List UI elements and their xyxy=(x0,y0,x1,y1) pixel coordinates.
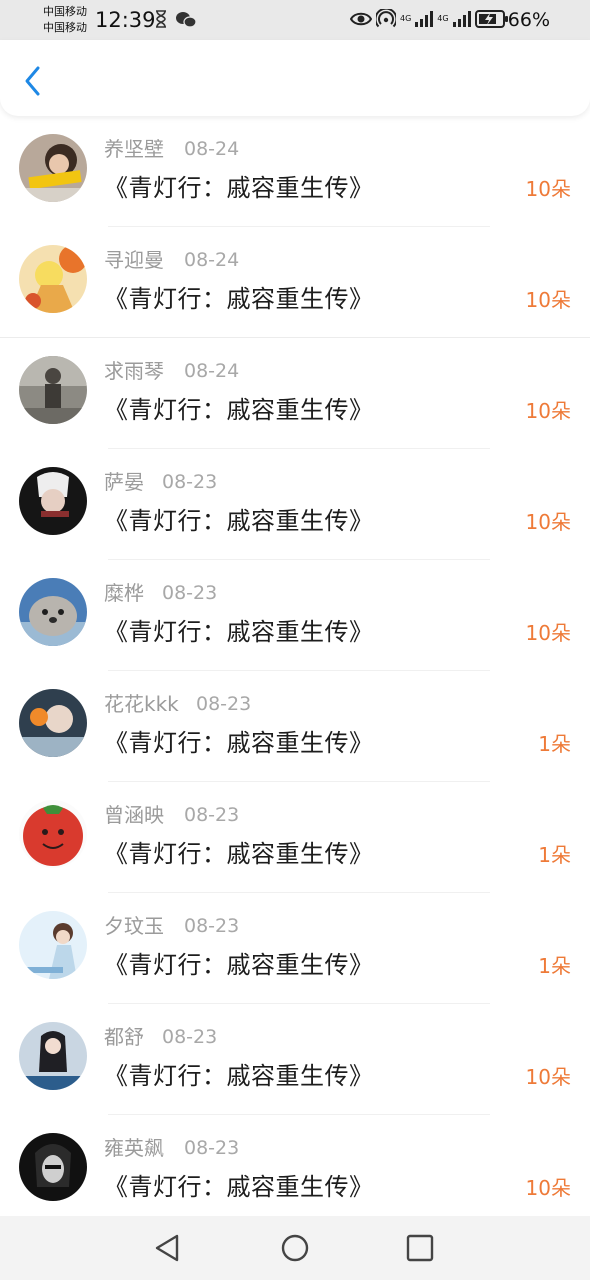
list-item[interactable]: 养坚壁 08-24 《青灯行：戚容重生传》 10朵 xyxy=(0,116,590,227)
back-chevron-icon[interactable] xyxy=(16,60,50,100)
network-1-label: 4G xyxy=(400,14,412,23)
avatar[interactable] xyxy=(19,467,87,535)
list-item[interactable]: 夕玟玉 08-23 《青灯行：戚容重生传》 1朵 xyxy=(0,893,590,1004)
avatar[interactable] xyxy=(19,1022,87,1090)
sender-name: 花花kkk xyxy=(104,692,179,716)
book-title: 《青灯行：戚容重生传》 xyxy=(104,951,374,979)
status-time: 12:39 xyxy=(95,8,156,32)
gift-date: 08-24 xyxy=(184,360,240,382)
list-item[interactable]: 萨晏 08-23 《青灯行：戚容重生传》 10朵 xyxy=(0,449,590,560)
list-item[interactable]: 花花kkk 08-23 《青灯行：戚容重生传》 1朵 xyxy=(0,671,590,782)
sender-name: 曾涵映 xyxy=(104,803,164,827)
avatar[interactable] xyxy=(19,800,87,868)
signal-2-icon xyxy=(452,11,471,27)
avatar[interactable] xyxy=(19,578,87,646)
triangle-back-icon[interactable] xyxy=(152,1232,184,1264)
flower-count: 10朵 xyxy=(525,399,571,423)
flower-count: 10朵 xyxy=(525,1176,571,1200)
network-2-label: 4G xyxy=(437,14,449,23)
avatar[interactable] xyxy=(19,245,87,313)
sender-name: 求雨琴 xyxy=(104,359,164,383)
hourglass-icon xyxy=(156,10,166,28)
list-item[interactable]: 雍英飙 08-23 《青灯行：戚容重生传》 10朵 xyxy=(0,1115,590,1226)
flower-count: 10朵 xyxy=(525,621,571,645)
flower-count: 1朵 xyxy=(538,732,571,756)
eye-icon xyxy=(350,12,372,26)
book-title: 《青灯行：戚容重生传》 xyxy=(104,174,374,202)
flower-count: 10朵 xyxy=(525,177,571,201)
sender-name: 养坚壁 xyxy=(104,137,164,161)
square-recents-icon[interactable] xyxy=(404,1232,436,1264)
system-icons: 4G 4G xyxy=(350,9,509,29)
status-bar: 中国移动 中国移动 12:39 4G 4G 66% xyxy=(0,0,590,40)
avatar[interactable] xyxy=(19,689,87,757)
gift-date: 08-24 xyxy=(184,138,240,160)
hotspot-icon xyxy=(376,9,396,28)
book-title: 《青灯行：戚容重生传》 xyxy=(104,285,374,313)
system-navigation-bar xyxy=(0,1216,590,1280)
flower-count: 1朵 xyxy=(538,954,571,978)
sender-name: 雍英飙 xyxy=(104,1136,164,1160)
gift-date: 08-23 xyxy=(162,471,218,493)
flower-count: 10朵 xyxy=(525,1065,571,1089)
gift-date: 08-23 xyxy=(184,804,240,826)
gift-date: 08-23 xyxy=(162,582,218,604)
list-item[interactable]: 寻迎曼 08-24 《青灯行：戚容重生传》 10朵 xyxy=(0,227,590,338)
book-title: 《青灯行：戚容重生传》 xyxy=(104,507,374,535)
wechat-icon xyxy=(176,12,197,28)
top-bar xyxy=(0,40,590,116)
carrier-2: 中国移动 xyxy=(43,21,87,34)
book-title: 《青灯行：戚容重生传》 xyxy=(104,729,374,757)
book-title: 《青灯行：戚容重生传》 xyxy=(104,618,374,646)
flower-count: 10朵 xyxy=(525,288,571,312)
carrier-labels: 中国移动 中国移动 xyxy=(43,4,87,36)
sender-name: 糜桦 xyxy=(104,581,144,605)
battery-icon xyxy=(474,10,508,28)
book-title: 《青灯行：戚容重生传》 xyxy=(104,840,374,868)
flower-count: 10朵 xyxy=(525,510,571,534)
avatar[interactable] xyxy=(19,134,87,202)
circle-home-icon[interactable] xyxy=(279,1232,311,1264)
gift-list: 养坚壁 08-24 《青灯行：戚容重生传》 10朵 寻迎曼 08-24 《青灯行… xyxy=(0,116,590,1226)
sender-name: 寻迎曼 xyxy=(104,248,164,272)
gift-date: 08-23 xyxy=(162,1026,218,1048)
list-item[interactable]: 求雨琴 08-24 《青灯行：戚容重生传》 10朵 xyxy=(0,338,590,449)
gift-date: 08-24 xyxy=(184,249,240,271)
book-title: 《青灯行：戚容重生传》 xyxy=(104,396,374,424)
avatar[interactable] xyxy=(19,356,87,424)
sender-name: 萨晏 xyxy=(104,470,144,494)
avatar[interactable] xyxy=(19,1133,87,1201)
flower-count: 1朵 xyxy=(538,843,571,867)
list-item[interactable]: 都舒 08-23 《青灯行：戚容重生传》 10朵 xyxy=(0,1004,590,1115)
sender-name: 夕玟玉 xyxy=(104,914,164,938)
book-title: 《青灯行：戚容重生传》 xyxy=(104,1062,374,1090)
avatar[interactable] xyxy=(19,911,87,979)
gift-date: 08-23 xyxy=(184,1137,240,1159)
battery-percent: 66% xyxy=(507,9,550,31)
list-item[interactable]: 曾涵映 08-23 《青灯行：戚容重生传》 1朵 xyxy=(0,782,590,893)
signal-1-icon xyxy=(415,11,434,27)
carrier-1: 中国移动 xyxy=(43,5,87,18)
list-item[interactable]: 糜桦 08-23 《青灯行：戚容重生传》 10朵 xyxy=(0,560,590,671)
sender-name: 都舒 xyxy=(104,1025,144,1049)
gift-date: 08-23 xyxy=(184,915,240,937)
book-title: 《青灯行：戚容重生传》 xyxy=(104,1173,374,1201)
gift-date: 08-23 xyxy=(196,693,252,715)
